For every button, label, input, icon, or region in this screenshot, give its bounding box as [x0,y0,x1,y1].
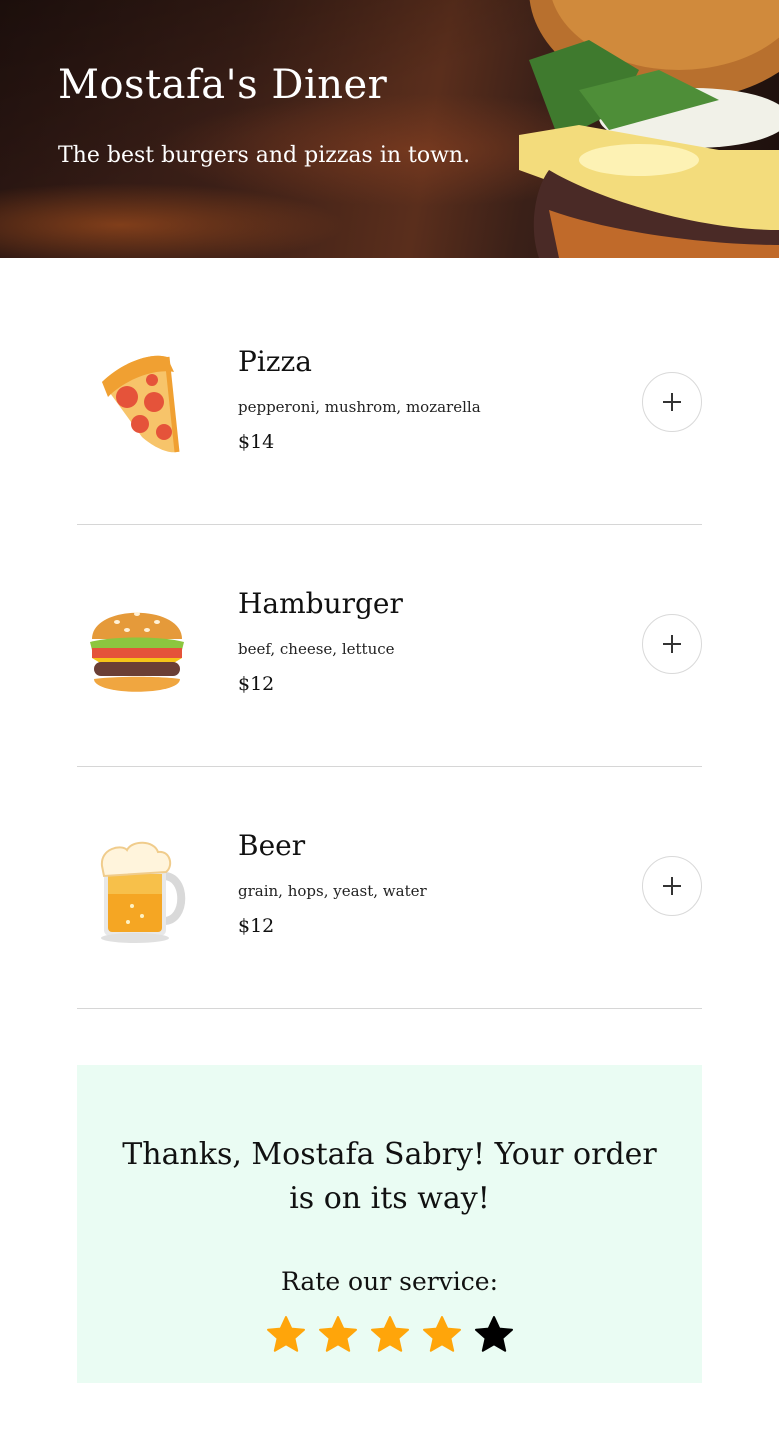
item-name: Pizza [238,345,312,378]
menu-item-beer: Beer grain, hops, yeast, water $12 [77,767,702,1009]
item-price: $12 [238,673,275,695]
star-icon-2[interactable] [318,1315,358,1355]
hero-background [0,0,560,258]
item-price: $14 [238,431,275,453]
add-hamburger-button[interactable] [642,614,702,674]
hamburger-icon [90,612,184,692]
plus-icon [663,393,681,411]
rating-stars [77,1315,702,1355]
restaurant-title: Mostafa's Diner [58,62,388,108]
item-ingredients: pepperoni, mushrom, mozarella [238,398,481,416]
order-confirmation: Thanks, Mostafa Sabry! Your order is on … [77,1065,702,1383]
item-ingredients: beef, cheese, lettuce [238,640,395,658]
beer-icon [100,841,186,943]
plus-icon [663,635,681,653]
item-name: Hamburger [238,587,403,620]
restaurant-tagline: The best burgers and pizzas in town. [58,143,471,168]
pizza-icon [102,355,180,453]
menu-item-pizza: Pizza pepperoni, mushrom, mozarella $14 [77,283,702,525]
star-icon-4[interactable] [422,1315,462,1355]
star-icon-5[interactable] [474,1315,514,1355]
hero-burger-image [519,0,779,258]
hero-banner: Mostafa's Diner The best burgers and piz… [0,0,779,258]
plus-icon [663,877,681,895]
star-icon-3[interactable] [370,1315,410,1355]
menu-item-hamburger: Hamburger beef, cheese, lettuce $12 [77,525,702,767]
add-beer-button[interactable] [642,856,702,916]
rate-label: Rate our service: [280,1267,499,1296]
item-name: Beer [238,829,306,862]
order-message: Thanks, Mostafa Sabry! Your order is on … [122,1137,657,1216]
item-price: $12 [238,915,275,937]
menu-list: Pizza pepperoni, mushrom, mozarella $14 … [77,283,702,1009]
add-pizza-button[interactable] [642,372,702,432]
star-icon-1[interactable] [266,1315,306,1355]
item-ingredients: grain, hops, yeast, water [238,882,427,900]
